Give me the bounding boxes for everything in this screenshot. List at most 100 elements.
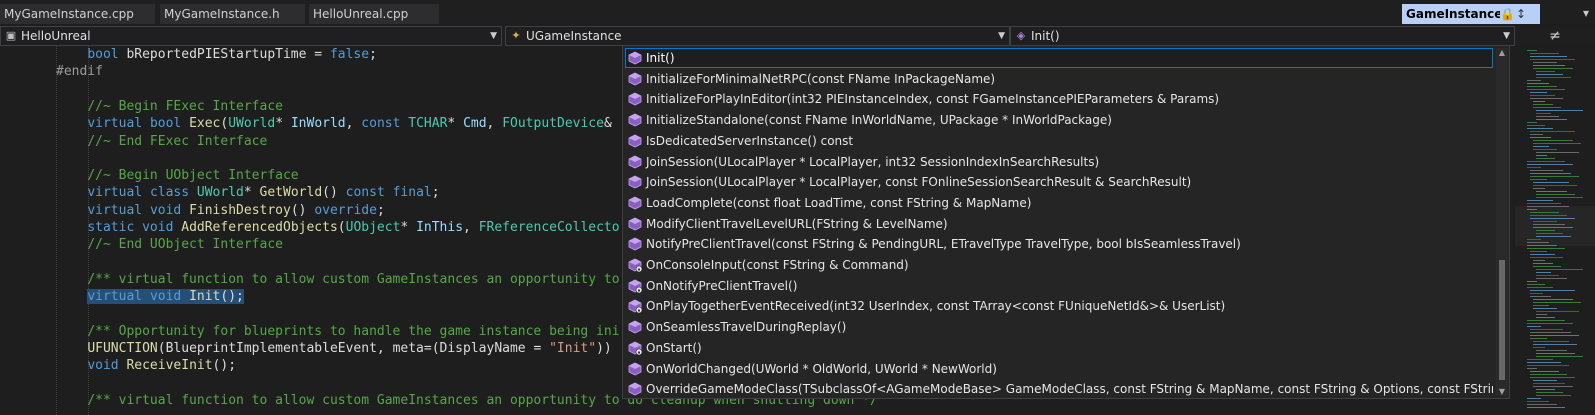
minimap-line xyxy=(1530,137,1551,138)
scroll-up-icon[interactable]: ▲ xyxy=(1496,48,1508,57)
completion-item[interactable]: ModifyClientTravelLevelURL(FString & Lev… xyxy=(625,214,1493,234)
minimap-line xyxy=(1536,71,1555,72)
completion-item[interactable]: NotifyPreClientTravel(const FString & Pe… xyxy=(625,234,1493,254)
completion-item[interactable]: JoinSession(ULocalPlayer * LocalPlayer, … xyxy=(625,152,1493,172)
minimap-line xyxy=(1533,65,1565,66)
completion-item[interactable]: OverrideGameModeClass(TSubclassOf<AGameM… xyxy=(625,379,1493,398)
lock-icon[interactable]: 🔒 xyxy=(1500,4,1515,24)
minimap-line xyxy=(1533,380,1557,381)
chevron-down-icon: ▼ xyxy=(1503,31,1510,41)
method-icon xyxy=(628,382,642,396)
method-icon xyxy=(628,237,642,251)
completion-item-label: IsDedicatedServerInstance() const xyxy=(646,133,854,148)
scope-dropdown-label: UGameInstance xyxy=(526,29,622,43)
completion-item[interactable]: OnPlayTogetherEventReceived(int32 UserIn… xyxy=(625,296,1493,316)
minimap-line xyxy=(1530,215,1567,216)
code-line[interactable]: static void AddReferencedObjects(UObject… xyxy=(56,219,619,237)
completion-item[interactable]: IsDedicatedServerInstance() const xyxy=(625,131,1493,151)
code-line[interactable]: virtual void Init(); xyxy=(56,288,244,306)
completion-scrollbar[interactable]: ▲ ▼ xyxy=(1496,48,1508,396)
code-line[interactable]: //~ Begin UObject Interface xyxy=(56,167,298,185)
scroll-down-icon[interactable]: ▼ xyxy=(1496,387,1508,396)
minimap-line xyxy=(1530,218,1575,219)
code-token: * xyxy=(275,116,291,132)
minimap-line xyxy=(1527,206,1569,207)
minimap-line xyxy=(1530,131,1575,132)
minimap-line xyxy=(1530,173,1571,174)
split-editor-icon[interactable]: ≠ xyxy=(1515,26,1595,46)
completion-item[interactable]: Init() xyxy=(625,48,1493,68)
code-token: ReceiveInit xyxy=(126,358,213,374)
code-line[interactable]: /** Opportunity for blueprints to handle… xyxy=(56,323,619,341)
completion-list[interactable]: Init() InitializeForMinimalNetRPC(const F… xyxy=(622,45,1510,399)
completion-item[interactable]: LoadComplete(const float LoadTime, const… xyxy=(625,193,1493,213)
scrollbar-thumb[interactable] xyxy=(1499,260,1505,380)
code-token: final xyxy=(392,185,432,201)
member-dropdown[interactable]: ◈ Init() ▼ xyxy=(1010,26,1515,46)
tab-mygameinstance-h[interactable]: MyGameInstance.h xyxy=(160,4,305,24)
code-token: BlueprintImplementableEvent, meta=(Displ… xyxy=(165,341,550,357)
code-line[interactable]: bool bReportedPIEStartupTime = false; xyxy=(56,46,377,64)
minimap-scrollbar[interactable] xyxy=(1515,46,1595,415)
minimap-line xyxy=(1530,170,1563,171)
code-line[interactable]: UFUNCTION(BlueprintImplementableEvent, m… xyxy=(56,340,611,358)
completion-item[interactable]: InitializeStandalone(const FName InWorld… xyxy=(625,110,1493,130)
method-icon xyxy=(628,320,642,334)
minimap-line xyxy=(1527,128,1553,129)
tab-label: GameInstance.h xyxy=(1406,7,1502,21)
code-token: Exec xyxy=(189,116,221,132)
minimap-line xyxy=(1527,368,1537,369)
completion-item[interactable]: InitializeForPlayInEditor(int32 PIEInsta… xyxy=(625,89,1493,109)
tab-gameinstance-h[interactable]: GameInstance.h xyxy=(1402,4,1502,24)
protected-method-icon xyxy=(628,258,642,272)
completion-item[interactable]: OnStart() xyxy=(625,338,1493,358)
minimap-line xyxy=(1533,221,1557,222)
minimap-line xyxy=(1536,158,1555,159)
code-line[interactable]: //~ Begin FExec Interface xyxy=(56,98,283,116)
code-line[interactable]: //~ End UObject Interface xyxy=(56,236,283,254)
code-token: bool xyxy=(149,116,182,132)
completion-item[interactable]: OnConsoleInput(const FString & Command) xyxy=(625,255,1493,275)
completion-item[interactable]: OnWorldChanged(UWorld * OldWorld, UWorld… xyxy=(625,359,1493,379)
tab-overflow-icon[interactable]: ▾ xyxy=(1583,6,1589,20)
navigation-bar: ▣ HelloUnreal ▼ ✦ UGameInstance ▼ ◈ Init… xyxy=(0,26,1595,46)
minimap-line xyxy=(1533,341,1569,342)
completion-item[interactable]: OnNotifyPreClientTravel() xyxy=(625,276,1493,296)
minimap-line xyxy=(1536,356,1583,357)
code-line[interactable]: virtual class UWorld* GetWorld() const f… xyxy=(56,184,439,202)
scope-dropdown[interactable]: ✦ UGameInstance ▼ xyxy=(505,26,1010,46)
code-line[interactable]: /** virtual function to allow custom Gam… xyxy=(56,271,619,289)
project-dropdown[interactable]: ▣ HelloUnreal ▼ xyxy=(0,26,502,46)
tab-hellounreal-cpp[interactable]: HelloUnreal.cpp xyxy=(309,4,439,24)
project-icon: ▣ xyxy=(5,29,17,42)
code-token: , xyxy=(345,116,362,132)
code-line[interactable]: void ReceiveInit(); xyxy=(56,357,236,375)
minimap-line xyxy=(1527,362,1561,363)
completion-item[interactable]: InitializeForMinimalNetRPC(const FName I… xyxy=(625,69,1493,89)
code-token: override xyxy=(314,202,377,218)
protected-method-icon xyxy=(628,279,642,293)
code-line[interactable]: //~ End FExec Interface xyxy=(56,133,267,151)
code-line[interactable]: virtual void FinishDestroy() override; xyxy=(56,202,384,220)
minimap-line xyxy=(1530,59,1575,60)
completion-item[interactable]: OnSeamlessTravelDuringReplay() xyxy=(625,317,1493,337)
code-token: AddReferencedObjects xyxy=(181,220,338,235)
minimap-line xyxy=(1533,140,1573,141)
minimap-line xyxy=(1527,248,1565,249)
code-token: GetWorld xyxy=(259,185,323,201)
code-line[interactable]: virtual bool Exec(UWorld* InWorld, const… xyxy=(56,115,611,133)
completion-item[interactable]: JoinSession(ULocalPlayer * LocalPlayer, … xyxy=(625,172,1493,192)
code-line[interactable]: #endif xyxy=(56,63,103,81)
code-token: //~ End UObject Interface xyxy=(87,237,283,253)
minimap-line xyxy=(1530,134,1543,135)
tab-mygameinstance-cpp[interactable]: MyGameInstance.cpp xyxy=(0,4,155,24)
pin-icon[interactable]: ↕ xyxy=(1514,4,1528,24)
code-token: UObject xyxy=(345,220,401,235)
